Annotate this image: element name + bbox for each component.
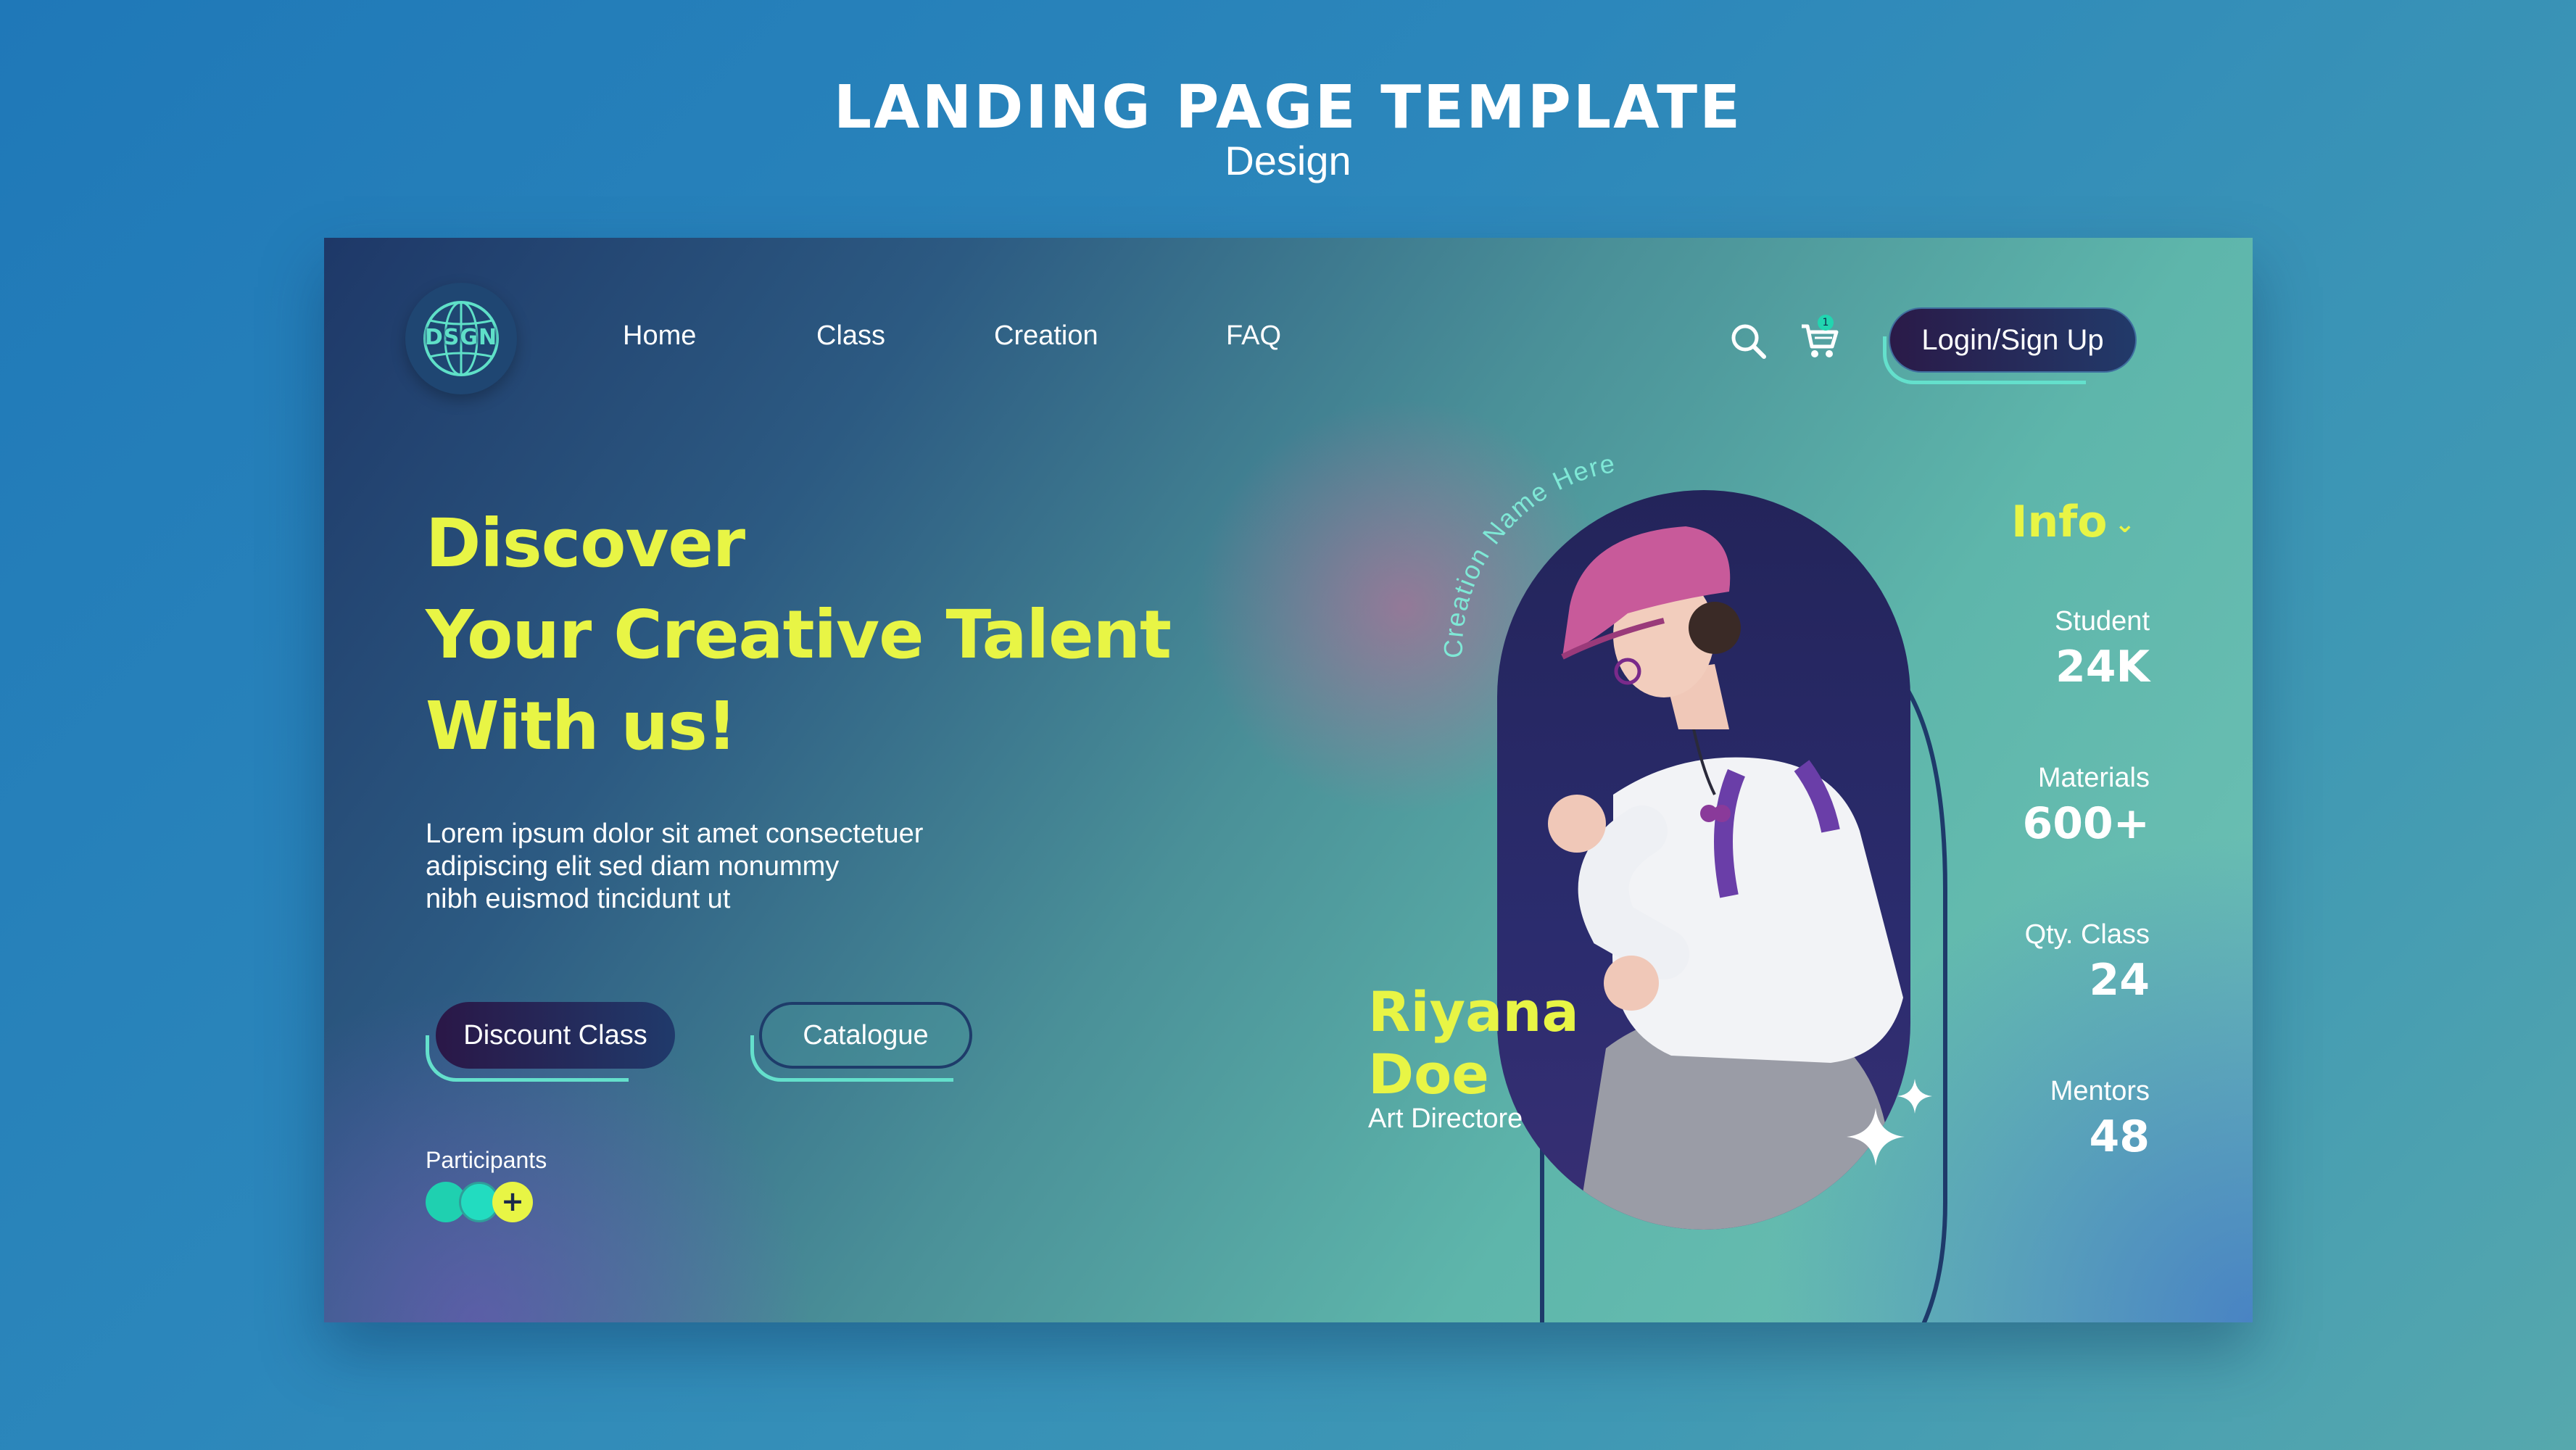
person-first-name: Riyana: [1368, 979, 1579, 1044]
svg-text:Creation Name Here: Creation Name Here: [1441, 448, 1618, 658]
nav-class[interactable]: Class: [816, 322, 885, 349]
sparkle-icon: [1897, 1079, 1932, 1114]
search-icon[interactable]: [1729, 322, 1768, 365]
landing-page-mockup: DSGN Home Class Creation FAQ 1 Login/Sig…: [324, 238, 2253, 1322]
logo[interactable]: DSGN: [405, 283, 517, 394]
hero-description: Lorem ipsum dolor sit amet consectetuer …: [426, 818, 1049, 916]
page-title: LANDING PAGE TEMPLATE: [833, 73, 1743, 142]
nav-home[interactable]: Home: [623, 322, 696, 349]
nav-faq[interactable]: FAQ: [1226, 322, 1281, 349]
stat-value-materials: 600+: [2022, 798, 2150, 849]
hero-description-line: nibh euismod tincidunt ut: [426, 884, 731, 914]
stat-value-student: 24K: [2055, 642, 2150, 692]
hero-description-line: adipiscing elit sed diam nonummy: [426, 851, 840, 882]
person-role: Art Directore: [1368, 1103, 1523, 1134]
cart-count-badge: 1: [1818, 315, 1834, 331]
nav-creation[interactable]: Creation: [994, 322, 1098, 349]
participants-label: Participants: [426, 1147, 547, 1173]
stat-value-mentors: 48: [2089, 1111, 2150, 1162]
stat-label-mentors: Mentors: [2050, 1076, 2150, 1106]
login-signup-button[interactable]: Login/Sign Up: [1889, 307, 2137, 373]
logo-text: DSGN: [424, 325, 498, 350]
creation-name-label: Creation Name Here: [1441, 448, 1618, 658]
page-subtitle: Design: [1225, 138, 1351, 183]
curved-label-text: Creation Name Here: [1441, 448, 1617, 658]
person-last-name: Doe: [1368, 1042, 1489, 1106]
add-participant-button[interactable]: +: [492, 1182, 533, 1222]
cart-icon[interactable]: 1: [1799, 315, 1842, 364]
stat-label-materials: Materials: [2037, 763, 2150, 793]
chevron-down-icon: ⌄: [2114, 510, 2136, 539]
login-group: Login/Sign Up: [1883, 307, 2140, 384]
stat-label-qty-class: Qty. Class: [2024, 919, 2150, 950]
hero-headline-line-2: Your Creative Talent: [426, 596, 1172, 674]
discount-class-button[interactable]: Discount Class: [436, 1002, 675, 1069]
sparkle-icon: [1847, 1108, 1905, 1166]
info-dropdown[interactable]: Info ⌄: [2011, 500, 2135, 544]
hero-headline-line-1: Discover: [426, 505, 745, 582]
hero-description-line: Lorem ipsum dolor sit amet consectetuer: [426, 819, 924, 849]
hero-headline-line-3: With us!: [426, 687, 737, 765]
stat-value-qty-class: 24: [2089, 955, 2150, 1006]
info-title: Info: [2011, 497, 2108, 547]
catalogue-button[interactable]: Catalogue: [759, 1002, 972, 1069]
stat-label-student: Student: [2055, 606, 2150, 637]
